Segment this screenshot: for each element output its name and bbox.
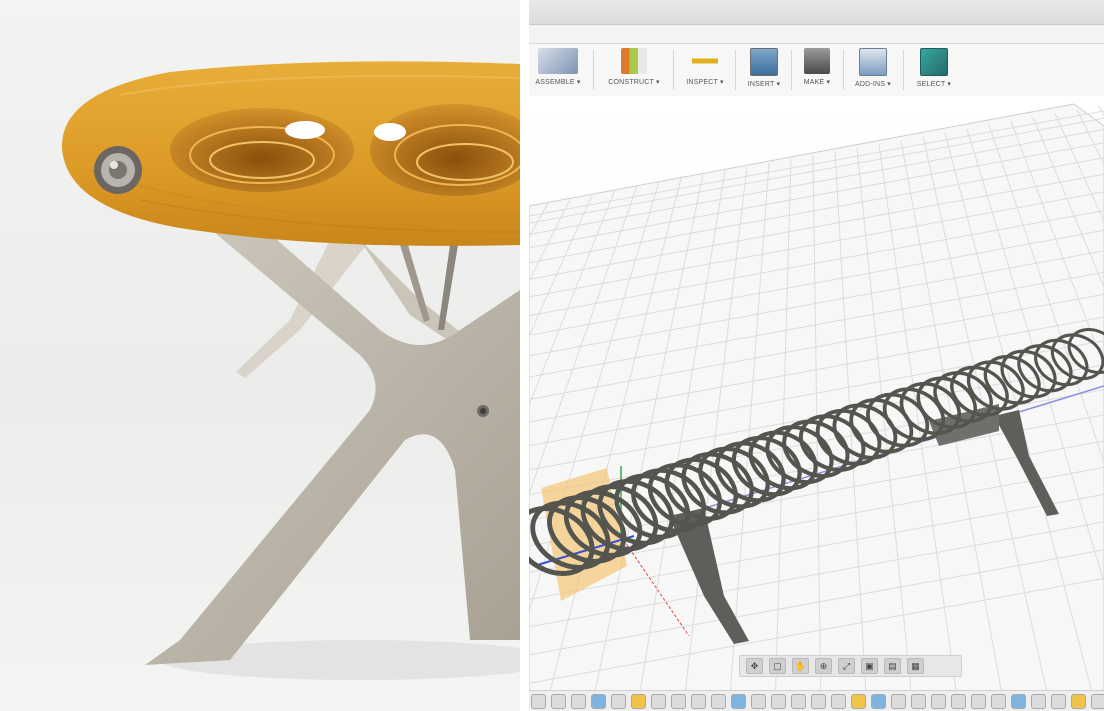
construct-button[interactable]: CONSTRUCT ▾: [599, 48, 669, 94]
timeline-feature-icon[interactable]: [691, 694, 706, 709]
select-button[interactable]: SELECT ▾: [909, 48, 959, 94]
toolbar-separator: [843, 50, 844, 90]
inspect-label: INSPECT ▾: [686, 79, 724, 86]
3d-print-icon: [804, 48, 830, 74]
seat-cavity: [170, 108, 354, 192]
timeline-feature-icon[interactable]: [971, 694, 986, 709]
insert-button[interactable]: INSERT ▾: [739, 48, 789, 94]
toolbar-separator: [735, 50, 736, 90]
construct-icon: [621, 48, 647, 74]
timeline-feature-icon[interactable]: [1071, 694, 1086, 709]
timeline-feature-icon[interactable]: [631, 694, 646, 709]
menu-bar: [529, 25, 1104, 44]
timeline-feature-icon[interactable]: [731, 694, 746, 709]
timeline-feature-icon[interactable]: [991, 694, 1006, 709]
timeline-feature-icon[interactable]: [831, 694, 846, 709]
timeline-feature-icon[interactable]: [811, 694, 826, 709]
timeline-feature-icon[interactable]: [1011, 694, 1026, 709]
assemble-icon: [538, 48, 578, 74]
assemble-button[interactable]: ASSEMBLE ▾: [531, 48, 585, 94]
construct-label: CONSTRUCT ▾: [608, 79, 660, 86]
fit-icon[interactable]: ⤢: [838, 658, 855, 674]
timeline-feature-icon[interactable]: [1031, 694, 1046, 709]
timeline-feature-icon[interactable]: [651, 694, 666, 709]
visual-style-icon[interactable]: ▤: [884, 658, 901, 674]
make-label: MAKE ▾: [803, 79, 831, 86]
timeline-feature-icon[interactable]: [571, 694, 586, 709]
timeline-feature-icon[interactable]: [1051, 694, 1066, 709]
pan-icon[interactable]: ✋: [792, 658, 809, 674]
inspect-icon: [692, 48, 718, 74]
timeline-feature-icon[interactable]: [871, 694, 886, 709]
zoom-icon[interactable]: ⊕: [815, 658, 832, 674]
navigation-bar: ✥ ▢ ✋ ⊕ ⤢ ▣ ▤ ▦: [739, 655, 962, 677]
assemble-label: ASSEMBLE ▾: [535, 79, 581, 86]
timeline-feature-icon[interactable]: [531, 694, 546, 709]
timeline-feature-icon[interactable]: [711, 694, 726, 709]
timeline-feature-icon[interactable]: [1091, 694, 1104, 709]
bench-photo-illustration: [61, 61, 520, 680]
timeline-feature-icon[interactable]: [791, 694, 806, 709]
timeline-feature-icon[interactable]: [911, 694, 926, 709]
product-photo: [0, 0, 520, 711]
timeline-feature-icon[interactable]: [851, 694, 866, 709]
timeline-feature-icon[interactable]: [551, 694, 566, 709]
toolbar-separator: [791, 50, 792, 90]
look-at-icon[interactable]: ▢: [769, 658, 786, 674]
timeline-feature-icon[interactable]: [671, 694, 686, 709]
title-bar: [529, 0, 1104, 25]
timeline-feature-icon[interactable]: [771, 694, 786, 709]
toolbar-separator: [673, 50, 674, 90]
insert-label: INSERT ▾: [747, 81, 781, 88]
select-icon: [920, 48, 948, 76]
display-icon[interactable]: ▣: [861, 658, 878, 674]
toolbar-separator: [903, 50, 904, 90]
timeline-feature-icon[interactable]: [611, 694, 626, 709]
add-ins-button[interactable]: ADD-INS ▾: [847, 48, 899, 94]
ribbon-toolbar: ASSEMBLE ▾ CONSTRUCT ▾ INSPECT ▾ INSERT …: [529, 44, 1104, 96]
panel-divider: [520, 0, 529, 711]
insert-image-icon: [750, 48, 778, 76]
orbit-icon[interactable]: ✥: [746, 658, 763, 674]
timeline-feature-icon[interactable]: [751, 694, 766, 709]
timeline-feature-icon[interactable]: [951, 694, 966, 709]
add-ins-icon: [859, 48, 887, 76]
toolbar-separator: [593, 50, 594, 90]
model-canvas[interactable]: [529, 96, 1104, 711]
grid-icon[interactable]: ▦: [907, 658, 924, 674]
timeline-bar: [529, 690, 1104, 711]
3d-viewport[interactable]: [529, 96, 1104, 711]
select-label: SELECT ▾: [916, 81, 952, 88]
make-button[interactable]: MAKE ▾: [795, 48, 839, 94]
front-leg: [145, 232, 520, 665]
timeline-feature-icon[interactable]: [591, 694, 606, 709]
add-ins-label: ADD-INS ▾: [854, 81, 892, 88]
timeline-feature-icon[interactable]: [891, 694, 906, 709]
inspect-button[interactable]: INSPECT ▾: [677, 48, 733, 94]
timeline-feature-icon[interactable]: [931, 694, 946, 709]
cad-window: ASSEMBLE ▾ CONSTRUCT ▾ INSPECT ▾ INSERT …: [529, 0, 1104, 711]
